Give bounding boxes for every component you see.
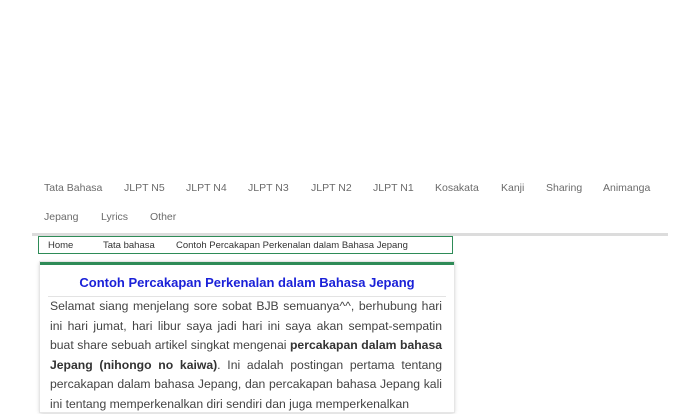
nav-item-lyrics[interactable]: Lyrics: [101, 211, 128, 223]
article-body: Selamat siang menjelang sore sobat BJB s…: [50, 297, 442, 414]
nav-item-jepang[interactable]: Jepang: [44, 211, 78, 223]
nav-item-jlpt-n3[interactable]: JLPT N3: [248, 182, 289, 194]
breadcrumb-home-link[interactable]: Home: [48, 240, 73, 251]
article-card: Contoh Percakapan Perkenalan dalam Bahas…: [40, 262, 454, 412]
nav-item-other[interactable]: Other: [150, 211, 176, 223]
nav-item-tata-bahasa[interactable]: Tata Bahasa: [44, 182, 102, 194]
nav-item-jlpt-n2[interactable]: JLPT N2: [311, 182, 352, 194]
breadcrumb-category-link[interactable]: Tata bahasa: [103, 240, 155, 251]
breadcrumb-current-page: Contoh Percakapan Perkenalan dalam Bahas…: [176, 240, 408, 251]
nav-item-jlpt-n5[interactable]: JLPT N5: [124, 182, 165, 194]
nav-item-kosakata[interactable]: Kosakata: [435, 182, 479, 194]
nav-item-jlpt-n4[interactable]: JLPT N4: [186, 182, 227, 194]
nav-item-sharing[interactable]: Sharing: [546, 182, 582, 194]
nav-item-animanga[interactable]: Animanga: [603, 182, 650, 194]
nav-item-jlpt-n1[interactable]: JLPT N1: [373, 182, 414, 194]
nav-item-kanji[interactable]: Kanji: [501, 182, 524, 194]
main-navigation: Tata Bahasa JLPT N5 JLPT N4 JLPT N3 JLPT…: [32, 174, 672, 232]
breadcrumb: Home Tata bahasa Contoh Percakapan Perke…: [38, 236, 453, 254]
article-title[interactable]: Contoh Percakapan Perkenalan dalam Bahas…: [40, 275, 454, 290]
